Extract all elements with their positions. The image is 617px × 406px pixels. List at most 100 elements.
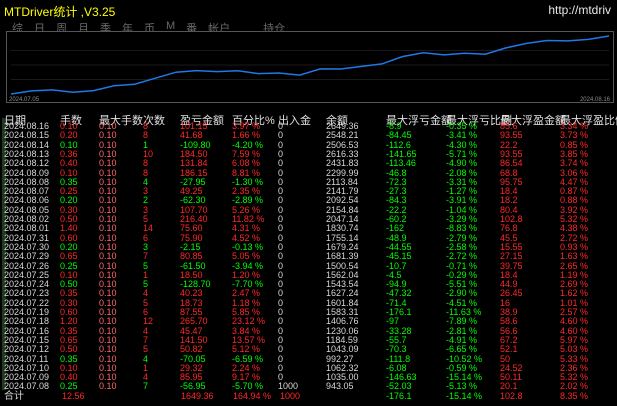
table-row[interactable]: 2024.07.15 0.65 0.10 7 141.50 13.57 % 0 1184.59… xyxy=(0,335,617,345)
table-row[interactable]: 2024.08.01 1.40 0.10 14 75.60 4.31 % 0 1830.74 -… xyxy=(0,224,617,233)
cell-pl: 41.68 xyxy=(180,130,203,141)
cell-io: 0 xyxy=(278,316,284,327)
total-dd-amt: -176.1 xyxy=(386,391,412,401)
equity-chart-svg xyxy=(10,35,610,95)
cell-dd-pct: -3.41 % xyxy=(446,130,478,141)
table-row[interactable]: 2024.08.07 0.25 0.10 3 49.25 2.35 % 0 2141.79 -2… xyxy=(0,187,617,196)
table-row[interactable]: 2024.07.09 0.40 0.10 4 85.95 9.17 % 0 1035.00 -1… xyxy=(0,373,617,382)
cell-date: 2024.07.12 xyxy=(4,344,50,355)
cell-fu-pct: 4.60 % xyxy=(560,316,589,327)
cell-max-lots: 0.10 xyxy=(99,158,117,169)
cell-lots: 0.65 xyxy=(60,251,78,262)
table-row[interactable]: 2024.08.16 0.10 0.10 8 101.15 3.97 % 0 2649.36-… xyxy=(0,122,617,131)
mtdriver-window: MTDriver统计 ,V3.25 http://mtdriv 综 日 周 月 … xyxy=(0,0,617,406)
cell-pct: 4.31 % xyxy=(232,223,261,234)
cell-lots: 1.20 xyxy=(60,316,78,327)
table-row[interactable]: 2024.07.08 0.25 0.10 7 -56.95 -5.70 % 1000 943.… xyxy=(0,382,617,391)
table-row[interactable]: 2024.07.11 0.35 0.10 4 -70.05 -6.59 % 0 992.27-… xyxy=(0,354,617,364)
cell-count: 8 xyxy=(143,130,149,141)
cell-bal: 1043.09 xyxy=(326,344,359,355)
cell-io: 0 xyxy=(278,223,284,234)
cell-io: 0 xyxy=(278,158,284,169)
total-fu-amt: 102.8 xyxy=(500,391,523,401)
cell-count: 7 xyxy=(143,381,149,392)
total-pct: 164.94 % xyxy=(233,391,272,401)
table-row[interactable]: 2024.07.16 0.35 0.10 4 45.47 3.84 % 0 1230.06 -3… xyxy=(0,326,617,336)
cell-dd-amt: -113.46 xyxy=(386,158,416,169)
cell-max-lots: 0.10 xyxy=(99,316,117,327)
window-title: MTDriver统计 ,V3.25 xyxy=(4,5,116,19)
total-lots: 12.56 xyxy=(62,391,85,401)
cell-fu-amt: 93.55 xyxy=(500,130,523,141)
cell-io: 0 xyxy=(278,344,284,355)
table-row[interactable]: 2024.08.02 0.50 0.10 5 216.40 11.82 % 0 2047.14… xyxy=(0,215,617,224)
equity-chart: 2024.07.05 2024.08.16 xyxy=(6,31,614,103)
cell-io: 0 xyxy=(278,130,284,141)
table-row[interactable]: 2024.07.31 0.60 0.10 6 75.90 4.52 % 0 1755.14 -4… xyxy=(0,233,617,243)
table-row[interactable]: 2024.08.06 0.20 0.10 2 -62.30 -2.89 % 0 2092.54… xyxy=(0,196,617,205)
table-row[interactable]: 2024.07.19 0.60 0.10 6 87.55 5.85 % 0 1583.31 -1… xyxy=(0,308,617,317)
cell-dd-amt: -84.45 xyxy=(386,130,412,141)
table-row[interactable]: 2024.07.29 0.65 0.10 7 80.85 5.05 % 0 1681.39 -4… xyxy=(0,252,617,261)
cell-dd-amt: -162 xyxy=(386,223,405,234)
cell-pct: 23.12 % xyxy=(232,316,266,327)
cell-max-lots: 0.10 xyxy=(99,223,117,234)
table-row[interactable]: 2024.08.05 0.30 0.10 3 107.70 5.26 % 0 2154.84-… xyxy=(0,205,617,215)
table-row[interactable]: 2024.08.09 0.10 0.10 8 186.15 8.81 % 0 2299.99-… xyxy=(0,168,617,178)
cell-dd-pct: -2.72 % xyxy=(446,251,478,262)
cell-pl: 265.70 xyxy=(180,316,208,327)
cell-max-lots: 0.10 xyxy=(99,381,117,392)
cell-dd-amt: -70.3 xyxy=(386,344,407,355)
cell-pct: 5.05 % xyxy=(232,251,261,262)
cell-pct: 1.66 % xyxy=(232,130,261,141)
table-row[interactable]: 2024.07.12 0.50 0.10 5 50.82 5.12 % 0 1043.09 -7… xyxy=(0,345,617,354)
total-label: 合计 xyxy=(4,391,24,402)
cell-date: 2024.07.29 xyxy=(4,251,50,262)
table-row[interactable]: 2024.08.12 0.40 0.10 8 131.84 6.08 % 0 2431.83 -… xyxy=(0,159,617,168)
table-row[interactable]: 2024.07.25 0.10 0.10 1 18.50 1.20 % 0 1562.04 -4… xyxy=(0,270,617,280)
cell-io: 0 xyxy=(278,251,284,262)
cell-dd-pct: -8.83 % xyxy=(446,223,478,234)
totals-row: 合计 12.56 1649.36 164.94 % 1000 -176.1 -1… xyxy=(0,392,617,406)
cell-fu-pct: 3.74 % xyxy=(560,158,589,169)
cell-date: 2024.08.15 xyxy=(4,130,50,141)
cell-lots: 0.50 xyxy=(60,344,78,355)
cell-count: 14 xyxy=(143,223,154,234)
table-row[interactable]: 2024.08.15 0.20 0.10 8 41.68 1.66 % 0 2548.21 -8… xyxy=(0,131,617,140)
cell-date: 2024.07.18 xyxy=(4,316,50,327)
table-row[interactable]: 2024.07.26 0.25 0.10 5 -61.50 -3.94 % 0 1500.54… xyxy=(0,261,617,271)
chart-start-date: 2024.07.05 xyxy=(9,97,40,103)
table-row[interactable]: 2024.08.14 0.10 0.10 1 -109.80 -4.20 % 0 2506.5… xyxy=(0,140,617,150)
cell-pl: 131.84 xyxy=(180,158,208,169)
table-row[interactable]: 2024.08.13 0.36 0.10 10 184.50 7.59 % 0 2616.33… xyxy=(0,149,617,159)
cell-dd-pct: -7.89 % xyxy=(446,316,478,327)
cell-fu-pct: 3.73 % xyxy=(560,130,589,141)
cell-pct: 5.12 % xyxy=(232,344,261,355)
cell-bal: 2431.83 xyxy=(326,158,359,169)
table-row[interactable]: 2024.07.23 0.35 0.10 4 40.23 2.47 % 0 1627.24 -4… xyxy=(0,289,617,298)
table-row[interactable]: 2024.07.10 0.10 0.10 1 29.32 2.24 % 0 1062.32 -6… xyxy=(0,363,617,373)
table-row[interactable]: 2024.07.30 0.20 0.10 3 -2.15 -0.13 % 0 1679.24-… xyxy=(0,242,617,252)
cell-lots: 0.40 xyxy=(60,158,78,169)
cell-count: 5 xyxy=(143,344,149,355)
cell-pl: 80.85 xyxy=(180,251,203,262)
table-row[interactable]: 2024.08.08 0.35 0.10 4 -27.95 -1.30 % 0 2113.84… xyxy=(0,177,617,187)
cell-fu-amt: 86.54 xyxy=(500,158,523,169)
cell-fu-amt: 27.15 xyxy=(500,251,523,262)
cell-bal: 943.05 xyxy=(326,381,354,392)
website-link[interactable]: http://mtdriv xyxy=(548,3,611,17)
table-row[interactable]: 2024.07.22 0.30 0.10 5 18.73 1.18 % 0 1601.84 -7… xyxy=(0,298,617,308)
cell-count: 8 xyxy=(143,158,149,169)
cell-bal: 1681.39 xyxy=(326,251,359,262)
cell-bal: 1830.74 xyxy=(326,223,359,234)
table-row[interactable]: 2024.07.24 0.50 0.10 5 -128.70 -7.70 % 0 1543.5… xyxy=(0,280,617,289)
total-io: 1000 xyxy=(280,391,301,401)
cell-max-lots: 0.10 xyxy=(99,344,117,355)
table-row[interactable]: 2024.07.18 1.20 0.10 12 265.70 23.12 % 0 1406.7… xyxy=(0,317,617,326)
cell-dd-amt: -45.15 xyxy=(386,251,412,262)
chart-end-date: 2024.08.16 xyxy=(579,97,610,103)
total-pl: 1649.36 xyxy=(181,391,214,401)
cell-fu-pct: 1.63 % xyxy=(560,251,589,262)
total-fu-pct: 8.35 % xyxy=(560,391,589,401)
cell-dd-pct: -6.65 % xyxy=(446,344,478,355)
